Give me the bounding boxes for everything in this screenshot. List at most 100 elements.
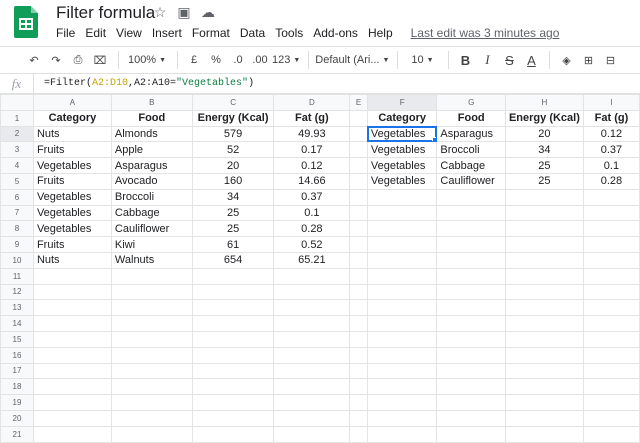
cell[interactable] bbox=[436, 299, 506, 317]
more-formats-button[interactable]: 123 ▼ bbox=[272, 49, 300, 71]
cell[interactable]: Cauliflower bbox=[436, 172, 506, 190]
cell-header[interactable]: Energy (Kcal) bbox=[504, 109, 584, 127]
cell[interactable] bbox=[436, 283, 506, 301]
cell[interactable] bbox=[366, 283, 438, 301]
cell[interactable]: 0.12 bbox=[582, 125, 640, 143]
cell[interactable] bbox=[191, 409, 275, 427]
cell-header[interactable]: Energy (Kcal) bbox=[191, 109, 275, 127]
cell[interactable] bbox=[110, 283, 193, 301]
cell-header[interactable]: Category bbox=[32, 109, 112, 127]
cell[interactable] bbox=[436, 346, 506, 364]
menu-data[interactable]: Data bbox=[235, 24, 270, 42]
cell[interactable]: 25 bbox=[191, 204, 275, 222]
cell[interactable]: Kiwi bbox=[110, 236, 193, 253]
star-icon[interactable]: ☆ bbox=[152, 4, 168, 20]
cell[interactable]: 579 bbox=[191, 125, 275, 143]
cell[interactable]: 52 bbox=[191, 141, 275, 159]
cell[interactable] bbox=[349, 141, 368, 159]
cell[interactable] bbox=[349, 188, 368, 206]
cell[interactable] bbox=[582, 251, 640, 269]
row-header[interactable]: 10 bbox=[0, 251, 34, 269]
cell[interactable]: Fruits bbox=[32, 236, 112, 253]
cell[interactable] bbox=[582, 346, 640, 364]
cell[interactable]: 14.66 bbox=[273, 172, 351, 190]
menu-edit[interactable]: Edit bbox=[80, 24, 111, 42]
cell[interactable] bbox=[582, 236, 640, 253]
row-header[interactable]: 16 bbox=[0, 346, 34, 364]
cell[interactable]: 0.28 bbox=[582, 172, 640, 190]
cell[interactable]: 49.93 bbox=[273, 125, 351, 143]
cell[interactable]: Vegetables bbox=[32, 157, 112, 174]
cell[interactable] bbox=[366, 299, 438, 317]
cell[interactable] bbox=[582, 267, 640, 285]
redo-icon[interactable]: ↷ bbox=[46, 49, 66, 71]
cell[interactable]: Asparagus bbox=[110, 157, 193, 174]
menu-addons[interactable]: Add-ons bbox=[308, 24, 363, 42]
move-to-folder-icon[interactable]: ▣ bbox=[176, 4, 192, 20]
cell[interactable] bbox=[32, 330, 112, 348]
cell[interactable]: Nuts bbox=[32, 251, 112, 269]
cell[interactable] bbox=[191, 330, 275, 348]
cell[interactable] bbox=[349, 409, 368, 427]
cell[interactable] bbox=[504, 378, 584, 396]
cell[interactable]: 0.37 bbox=[273, 188, 351, 206]
cell[interactable] bbox=[504, 283, 584, 301]
cell[interactable]: 20 bbox=[504, 125, 584, 143]
cell[interactable] bbox=[349, 425, 368, 443]
text-color-button[interactable]: A bbox=[521, 49, 541, 71]
cell[interactable] bbox=[366, 315, 438, 332]
cell[interactable]: Fruits bbox=[32, 141, 112, 159]
cell[interactable] bbox=[349, 251, 368, 269]
cell[interactable] bbox=[436, 315, 506, 332]
cell[interactable] bbox=[32, 267, 112, 285]
cell[interactable]: 0.17 bbox=[273, 141, 351, 159]
cell[interactable] bbox=[273, 409, 351, 427]
cell[interactable] bbox=[582, 394, 640, 411]
column-header-h[interactable]: H bbox=[504, 94, 584, 111]
cell[interactable]: Vegetables bbox=[32, 188, 112, 206]
cell[interactable] bbox=[504, 204, 584, 222]
cell[interactable] bbox=[504, 394, 584, 411]
row-header[interactable]: 4 bbox=[0, 157, 34, 174]
cell[interactable]: 0.52 bbox=[273, 236, 351, 253]
cell[interactable]: Vegetables bbox=[32, 220, 112, 238]
cell[interactable] bbox=[366, 394, 438, 411]
percent-format-button[interactable]: % bbox=[206, 49, 226, 71]
font-size-select[interactable]: 10 ▼ bbox=[404, 49, 440, 71]
cell[interactable]: 20 bbox=[191, 157, 275, 174]
cell[interactable] bbox=[504, 267, 584, 285]
cell[interactable] bbox=[32, 394, 112, 411]
cell[interactable]: 65.21 bbox=[273, 251, 351, 269]
row-header[interactable]: 2 bbox=[0, 125, 34, 143]
cell[interactable] bbox=[436, 425, 506, 443]
cell[interactable] bbox=[110, 378, 193, 396]
cell[interactable] bbox=[110, 330, 193, 348]
cell[interactable]: 160 bbox=[191, 172, 275, 190]
cell[interactable] bbox=[273, 283, 351, 301]
cell[interactable]: Asparagus bbox=[436, 125, 506, 143]
cell[interactable]: 25 bbox=[191, 220, 275, 238]
cell[interactable] bbox=[273, 346, 351, 364]
cell[interactable]: Vegetables bbox=[366, 157, 438, 174]
cell[interactable]: Walnuts bbox=[110, 251, 193, 269]
menu-help[interactable]: Help bbox=[363, 24, 398, 42]
cell-header[interactable]: Fat (g) bbox=[273, 109, 351, 127]
cell[interactable] bbox=[504, 220, 584, 238]
cell[interactable]: Broccoli bbox=[436, 141, 506, 159]
cell[interactable] bbox=[504, 425, 584, 443]
cell[interactable] bbox=[273, 299, 351, 317]
cell[interactable] bbox=[349, 267, 368, 285]
cell[interactable] bbox=[582, 204, 640, 222]
cell[interactable] bbox=[366, 362, 438, 380]
cell[interactable]: 0.12 bbox=[273, 157, 351, 174]
cell[interactable] bbox=[582, 330, 640, 348]
cell[interactable]: Almonds bbox=[110, 125, 193, 143]
cell[interactable] bbox=[504, 330, 584, 348]
cell[interactable] bbox=[32, 299, 112, 317]
column-header-i[interactable]: I bbox=[582, 94, 640, 111]
cell[interactable]: Nuts bbox=[32, 125, 112, 143]
cell[interactable] bbox=[273, 362, 351, 380]
cell[interactable] bbox=[504, 315, 584, 332]
zoom-select[interactable]: 100% ▼ bbox=[125, 49, 169, 71]
cell[interactable] bbox=[110, 394, 193, 411]
